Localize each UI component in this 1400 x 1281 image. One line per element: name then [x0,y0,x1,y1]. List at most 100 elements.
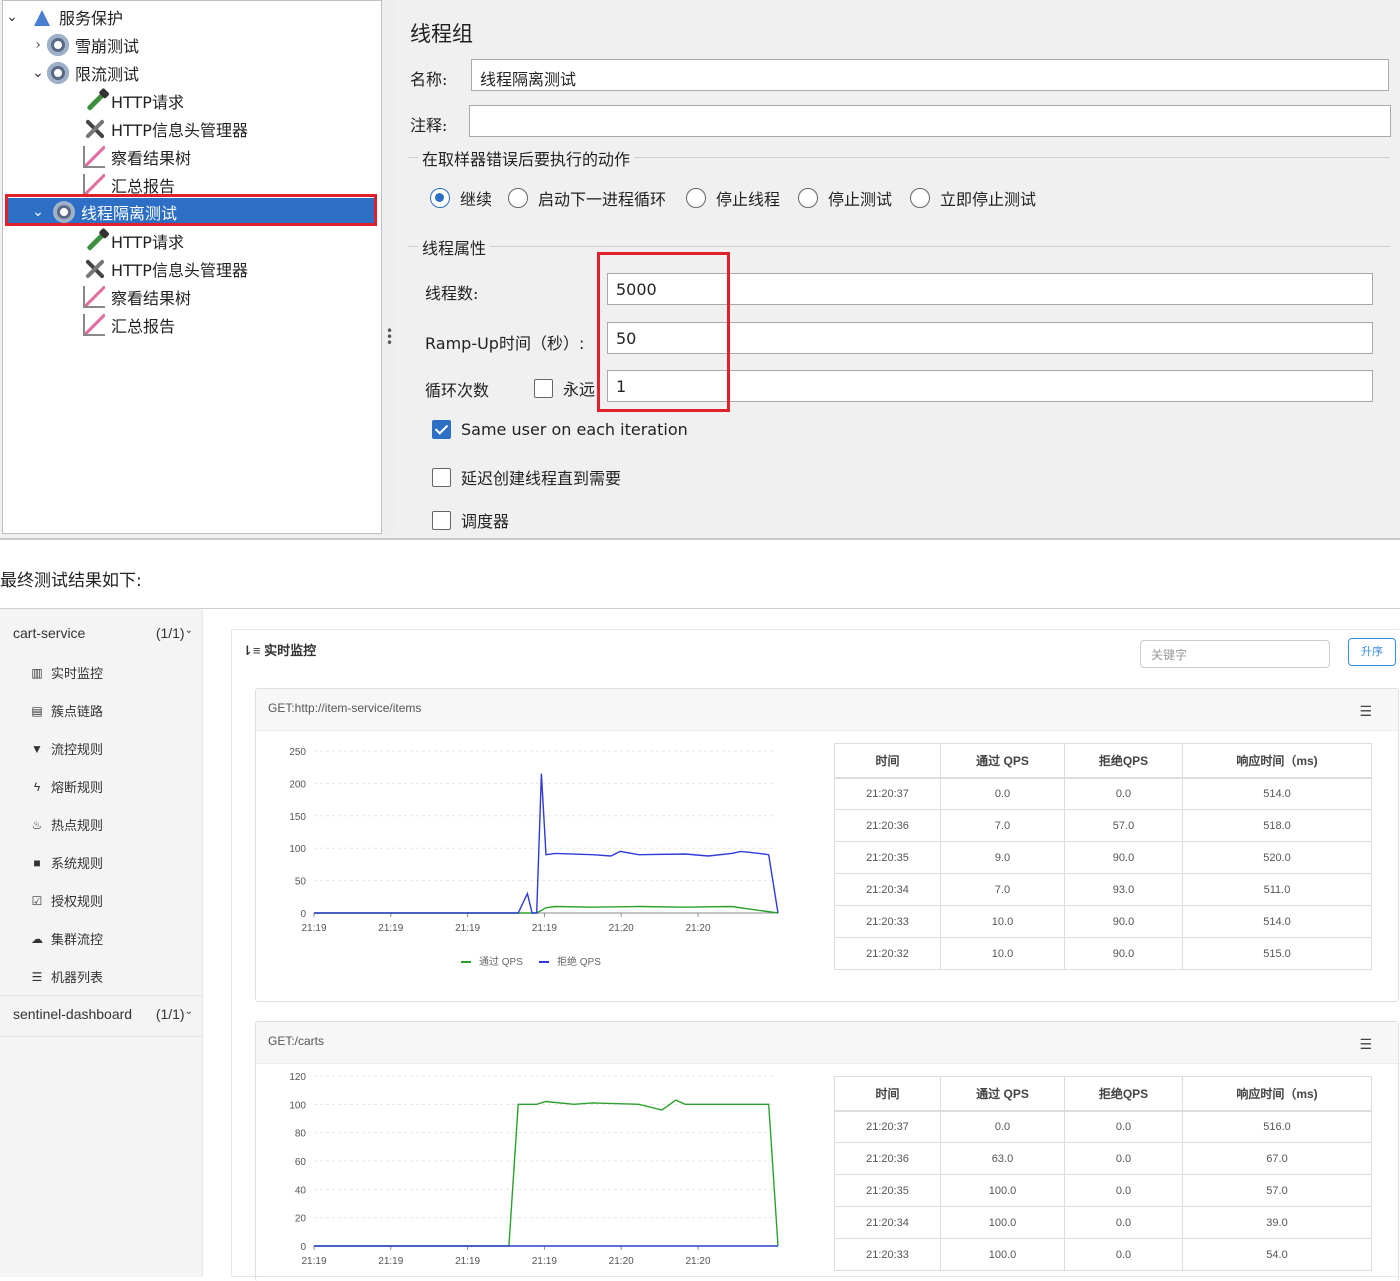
table-row: 21:20:32 10.0 90.0 515.0 [834,937,1372,970]
keyword-search-input[interactable]: 关键字 [1140,640,1330,668]
radio-stop-test[interactable]: 停止测试 [798,186,892,210]
checkbox-icon [432,467,451,487]
menu-auth-rules[interactable]: ☑ 授权规则 [30,891,103,910]
x-tick-label: 21:20 [609,1256,634,1267]
menu-cluster-links[interactable]: ▤ 簇点链路 [30,701,103,720]
delay-thread-checkbox[interactable]: 延迟创建线程直到需要 [432,465,621,489]
tree-node-label: HTTP信息头管理器 [111,261,248,280]
chart-icon [83,146,105,168]
radio-continue[interactable]: 继续 [430,186,492,210]
tree-node-result-tree[interactable]: 察看结果树 [83,283,191,311]
forever-checkbox[interactable]: 永远 [534,376,595,400]
ramp-up-label: Ramp-Up时间（秒）: [425,334,585,353]
menu-hotspot-rules[interactable]: ♨ 热点规则 [30,815,103,834]
app-name: sentinel-dashboard [13,1006,133,1022]
name-field[interactable]: 线程隔离测试 [471,59,1389,91]
x-tick-label: 21:19 [378,1256,403,1267]
tree-node-summary-report[interactable]: 汇总报告 [83,311,175,339]
y-tick-label: 0 [300,1242,306,1253]
checkbox-icon [432,510,451,530]
tree-node-ratelimit[interactable]: ⌄ 限流测试 [29,59,139,87]
tree-node-label: 雪崩测试 [75,37,140,56]
menu-realtime-monitor[interactable]: ▥ 实时监控 [30,663,103,682]
col-pass-qps: 通过 QPS [940,1076,1065,1112]
comment-field[interactable] [469,105,1391,137]
cell-block: 0.0 [1064,1110,1183,1143]
app-cart-service[interactable]: cart-service (1/1)⌄ [13,625,193,641]
chevron-down-icon[interactable]: ⌄ [3,9,21,25]
lock-icon: ■ [33,855,41,870]
table-row: 21:20:35 100.0 0.0 57.0 [834,1174,1372,1207]
cell-rt: 511.0 [1182,873,1372,906]
panel-title: ⇂≡ 实时监控 [242,640,316,659]
sort-asc-button[interactable]: 升序 [1348,638,1396,666]
comment-label: 注释: [410,116,448,135]
app-sentinel-dashboard[interactable]: sentinel-dashboard (1/1)⌄ [13,1006,193,1022]
cell-pass: 100.0 [940,1238,1065,1271]
cell-rt: 514.0 [1182,905,1372,938]
cell-rt: 520.0 [1182,841,1372,874]
split-pane-divider[interactable]: • • • [382,0,394,534]
menu-icon[interactable]: ☰ [1359,1036,1372,1053]
tree-node-header-manager[interactable]: HTTP信息头管理器 [83,115,248,143]
menu-cluster-flow[interactable]: ☁ 集群流控 [30,929,103,948]
checkbox-icon [534,378,553,398]
thread-group-panel: 线程组 名称: 线程隔离测试 注释: 在取样器错误后要执行的动作 继续 启动下一… [394,0,1400,534]
tree-node-root[interactable]: ⌄ 服务保护 [3,3,123,31]
tree-node-label: 察看结果树 [111,289,192,308]
cell-block: 90.0 [1064,937,1183,970]
cell-pass: 10.0 [940,905,1065,938]
tree-node-header-manager[interactable]: HTTP信息头管理器 [83,255,248,283]
scheduler-checkbox[interactable]: 调度器 [432,508,509,532]
divider [0,1036,203,1037]
cell-time: 21:20:37 [834,1110,941,1143]
chevron-down-icon[interactable]: ⌄ [29,65,47,81]
radio-label: 立即停止测试 [940,190,1037,209]
tree-node-label: HTTP请求 [111,233,184,252]
cell-pass: 10.0 [940,937,1065,970]
cell-block: 90.0 [1064,905,1183,938]
same-user-checkbox[interactable]: Same user on each iteration [432,420,688,439]
radio-stop-thread[interactable]: 停止线程 [686,186,780,210]
radio-label: 启动下一进程循环 [538,190,667,209]
x-tick-label: 21:19 [378,923,403,934]
test-plan-tree[interactable]: ⌄ 服务保护 › 雪崩测试 ⌄ 限流测试 HTTP请求 HTTP信息头管理器 察… [2,0,382,534]
menu-label: 实时监控 [51,666,104,681]
menu-machine-list[interactable]: ☰ 机器列表 [30,967,103,986]
radio-next-loop[interactable]: 启动下一进程循环 [508,186,666,210]
cell-time: 21:20:35 [834,1174,941,1207]
chevron-down-icon: ⌄ [184,1006,193,1017]
table-row: 21:20:33 10.0 90.0 514.0 [834,905,1372,938]
col-time: 时间 [834,1076,941,1112]
panel-title: 线程组 [410,22,473,46]
menu-flow-rules[interactable]: ▼ 流控规则 [30,739,103,758]
highlight-box [5,194,377,226]
y-tick-label: 40 [295,1185,307,1196]
y-tick-label: 20 [295,1214,307,1225]
menu-icon[interactable]: ☰ [1359,703,1372,720]
jmeter-window: ⌄ 服务保护 › 雪崩测试 ⌄ 限流测试 HTTP请求 HTTP信息头管理器 察… [0,0,1400,540]
legend-label: 通过 QPS [479,955,523,968]
chart-icon [83,174,105,196]
radio-stop-now[interactable]: 立即停止测试 [910,186,1036,210]
radio-icon [508,188,528,208]
y-tick-label: 100 [289,844,306,855]
cell-rt: 57.0 [1182,1174,1372,1207]
dropper-icon [83,90,106,112]
menu-system-rules[interactable]: ■ 系统规则 [30,853,103,872]
menu-degrade-rules[interactable]: ϟ 熔断规则 [30,777,103,796]
series-line [314,905,779,914]
cell-rt: 54.0 [1182,1238,1372,1271]
chevron-right-icon[interactable]: › [29,37,47,53]
x-tick-label: 21:19 [532,923,557,934]
radio-label: 继续 [460,190,493,209]
series-line [314,773,779,914]
checkbox-label: 延迟创建线程直到需要 [461,469,622,488]
tree-node-http-request[interactable]: HTTP请求 [83,87,184,115]
tree-node-result-tree[interactable]: 察看结果树 [83,143,191,171]
tree-node-http-request[interactable]: HTTP请求 [83,227,184,255]
cell-time: 21:20:36 [834,1142,941,1175]
cell-time: 21:20:37 [834,777,941,810]
tree-node-avalanche[interactable]: › 雪崩测试 [29,31,139,59]
tree-node-label: 服务保护 [59,9,124,28]
